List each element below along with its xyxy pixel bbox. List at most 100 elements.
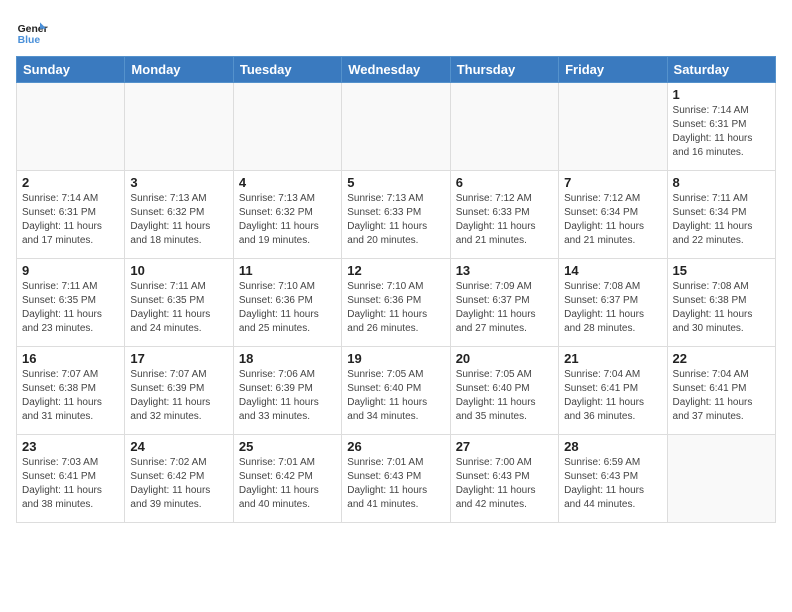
calendar-cell: 13 Sunrise: 7:09 AM Sunset: 6:37 PM Dayli… <box>450 259 558 347</box>
day-info: Sunrise: 7:14 AM Sunset: 6:31 PM Dayligh… <box>673 104 770 160</box>
day-number: 19 <box>347 351 444 366</box>
header: General Blue <box>16 16 776 48</box>
calendar-cell: 11 Sunrise: 7:10 AM Sunset: 6:36 PM Dayli… <box>233 259 341 347</box>
calendar-cell <box>125 83 233 171</box>
day-number: 14 <box>564 263 661 278</box>
day-info: Sunrise: 7:01 AM Sunset: 6:42 PM Dayligh… <box>239 456 336 512</box>
calendar-cell <box>342 83 450 171</box>
day-info: Sunrise: 7:04 AM Sunset: 6:41 PM Dayligh… <box>564 368 661 424</box>
day-info: Sunrise: 7:12 AM Sunset: 6:33 PM Dayligh… <box>456 192 553 248</box>
weekday-header-monday: Monday <box>125 57 233 83</box>
weekday-header-friday: Friday <box>559 57 667 83</box>
calendar-cell: 17 Sunrise: 7:07 AM Sunset: 6:39 PM Dayli… <box>125 347 233 435</box>
calendar-cell: 2Sunrise: 7:14 AM Sunset: 6:31 PM Daylig… <box>17 171 125 259</box>
day-info: Sunrise: 7:14 AM Sunset: 6:31 PM Dayligh… <box>22 192 119 248</box>
calendar-cell: 10 Sunrise: 7:11 AM Sunset: 6:35 PM Dayli… <box>125 259 233 347</box>
calendar-cell: 12 Sunrise: 7:10 AM Sunset: 6:36 PM Dayli… <box>342 259 450 347</box>
calendar-cell: 9 Sunrise: 7:11 AM Sunset: 6:35 PM Daylig… <box>17 259 125 347</box>
weekday-header-wednesday: Wednesday <box>342 57 450 83</box>
day-info: Sunrise: 7:13 AM Sunset: 6:32 PM Dayligh… <box>130 192 227 248</box>
week-row-5: 23 Sunrise: 7:03 AM Sunset: 6:41 PM Dayli… <box>17 435 776 523</box>
day-number: 17 <box>130 351 227 366</box>
day-number: 10 <box>130 263 227 278</box>
day-info: Sunrise: 7:10 AM Sunset: 6:36 PM Dayligh… <box>347 280 444 336</box>
day-number: 23 <box>22 439 119 454</box>
calendar-cell <box>450 83 558 171</box>
calendar-cell: 16 Sunrise: 7:07 AM Sunset: 6:38 PM Dayli… <box>17 347 125 435</box>
day-info: Sunrise: 7:08 AM Sunset: 6:37 PM Dayligh… <box>564 280 661 336</box>
calendar-cell: 24 Sunrise: 7:02 AM Sunset: 6:42 PM Dayli… <box>125 435 233 523</box>
day-info: Sunrise: 7:05 AM Sunset: 6:40 PM Dayligh… <box>456 368 553 424</box>
day-number: 1 <box>673 87 770 102</box>
day-info: Sunrise: 7:10 AM Sunset: 6:36 PM Dayligh… <box>239 280 336 336</box>
day-number: 4 <box>239 175 336 190</box>
calendar-cell: 1 Sunrise: 7:14 AM Sunset: 6:31 PM Daylig… <box>667 83 775 171</box>
calendar-cell: 22Sunrise: 7:04 AM Sunset: 6:41 PM Dayli… <box>667 347 775 435</box>
day-info: Sunrise: 7:07 AM Sunset: 6:39 PM Dayligh… <box>130 368 227 424</box>
day-number: 28 <box>564 439 661 454</box>
day-info: Sunrise: 7:02 AM Sunset: 6:42 PM Dayligh… <box>130 456 227 512</box>
day-info: Sunrise: 7:11 AM Sunset: 6:35 PM Dayligh… <box>22 280 119 336</box>
day-number: 27 <box>456 439 553 454</box>
calendar-cell: 14 Sunrise: 7:08 AM Sunset: 6:37 PM Dayli… <box>559 259 667 347</box>
day-number: 7 <box>564 175 661 190</box>
calendar-cell: 18 Sunrise: 7:06 AM Sunset: 6:39 PM Dayli… <box>233 347 341 435</box>
week-row-4: 16 Sunrise: 7:07 AM Sunset: 6:38 PM Dayli… <box>17 347 776 435</box>
calendar-cell <box>667 435 775 523</box>
calendar-cell: 25 Sunrise: 7:01 AM Sunset: 6:42 PM Dayli… <box>233 435 341 523</box>
svg-text:General: General <box>18 24 48 35</box>
day-number: 16 <box>22 351 119 366</box>
day-number: 15 <box>673 263 770 278</box>
calendar-cell <box>233 83 341 171</box>
day-number: 18 <box>239 351 336 366</box>
day-info: Sunrise: 7:13 AM Sunset: 6:32 PM Dayligh… <box>239 192 336 248</box>
weekday-header-thursday: Thursday <box>450 57 558 83</box>
calendar-cell: 6 Sunrise: 7:12 AM Sunset: 6:33 PM Daylig… <box>450 171 558 259</box>
svg-text:Blue: Blue <box>18 35 41 46</box>
day-info: Sunrise: 7:06 AM Sunset: 6:39 PM Dayligh… <box>239 368 336 424</box>
day-number: 25 <box>239 439 336 454</box>
day-number: 26 <box>347 439 444 454</box>
calendar-cell: 8Sunrise: 7:11 AM Sunset: 6:34 PM Daylig… <box>667 171 775 259</box>
day-number: 24 <box>130 439 227 454</box>
calendar-cell: 19 Sunrise: 7:05 AM Sunset: 6:40 PM Dayli… <box>342 347 450 435</box>
day-info: Sunrise: 7:11 AM Sunset: 6:35 PM Dayligh… <box>130 280 227 336</box>
calendar-cell: 21Sunrise: 7:04 AM Sunset: 6:41 PM Dayli… <box>559 347 667 435</box>
calendar-cell: 15 Sunrise: 7:08 AM Sunset: 6:38 PM Dayli… <box>667 259 775 347</box>
day-info: Sunrise: 7:08 AM Sunset: 6:38 PM Dayligh… <box>673 280 770 336</box>
week-row-1: 1 Sunrise: 7:14 AM Sunset: 6:31 PM Daylig… <box>17 83 776 171</box>
day-number: 12 <box>347 263 444 278</box>
calendar-cell: 26Sunrise: 7:01 AM Sunset: 6:43 PM Dayli… <box>342 435 450 523</box>
day-number: 6 <box>456 175 553 190</box>
calendar-cell: 7 Sunrise: 7:12 AM Sunset: 6:34 PM Daylig… <box>559 171 667 259</box>
day-info: Sunrise: 7:13 AM Sunset: 6:33 PM Dayligh… <box>347 192 444 248</box>
day-number: 13 <box>456 263 553 278</box>
day-info: Sunrise: 7:12 AM Sunset: 6:34 PM Dayligh… <box>564 192 661 248</box>
calendar-cell: 20Sunrise: 7:05 AM Sunset: 6:40 PM Dayli… <box>450 347 558 435</box>
weekday-header-row: SundayMondayTuesdayWednesdayThursdayFrid… <box>17 57 776 83</box>
calendar-cell <box>17 83 125 171</box>
day-info: Sunrise: 7:00 AM Sunset: 6:43 PM Dayligh… <box>456 456 553 512</box>
week-row-2: 2Sunrise: 7:14 AM Sunset: 6:31 PM Daylig… <box>17 171 776 259</box>
logo: General Blue <box>16 16 52 48</box>
day-info: Sunrise: 6:59 AM Sunset: 6:43 PM Dayligh… <box>564 456 661 512</box>
calendar-cell: 28 Sunrise: 6:59 AM Sunset: 6:43 PM Dayli… <box>559 435 667 523</box>
day-info: Sunrise: 7:09 AM Sunset: 6:37 PM Dayligh… <box>456 280 553 336</box>
day-info: Sunrise: 7:07 AM Sunset: 6:38 PM Dayligh… <box>22 368 119 424</box>
day-info: Sunrise: 7:11 AM Sunset: 6:34 PM Dayligh… <box>673 192 770 248</box>
week-row-3: 9 Sunrise: 7:11 AM Sunset: 6:35 PM Daylig… <box>17 259 776 347</box>
calendar-cell: 4 Sunrise: 7:13 AM Sunset: 6:32 PM Daylig… <box>233 171 341 259</box>
calendar-cell: 3 Sunrise: 7:13 AM Sunset: 6:32 PM Daylig… <box>125 171 233 259</box>
day-number: 5 <box>347 175 444 190</box>
day-info: Sunrise: 7:05 AM Sunset: 6:40 PM Dayligh… <box>347 368 444 424</box>
calendar-cell: 5 Sunrise: 7:13 AM Sunset: 6:33 PM Daylig… <box>342 171 450 259</box>
calendar-cell: 23 Sunrise: 7:03 AM Sunset: 6:41 PM Dayli… <box>17 435 125 523</box>
day-info: Sunrise: 7:04 AM Sunset: 6:41 PM Dayligh… <box>673 368 770 424</box>
calendar-cell: 27 Sunrise: 7:00 AM Sunset: 6:43 PM Dayli… <box>450 435 558 523</box>
weekday-header-tuesday: Tuesday <box>233 57 341 83</box>
day-number: 3 <box>130 175 227 190</box>
day-info: Sunrise: 7:03 AM Sunset: 6:41 PM Dayligh… <box>22 456 119 512</box>
weekday-header-sunday: Sunday <box>17 57 125 83</box>
day-number: 11 <box>239 263 336 278</box>
day-number: 9 <box>22 263 119 278</box>
